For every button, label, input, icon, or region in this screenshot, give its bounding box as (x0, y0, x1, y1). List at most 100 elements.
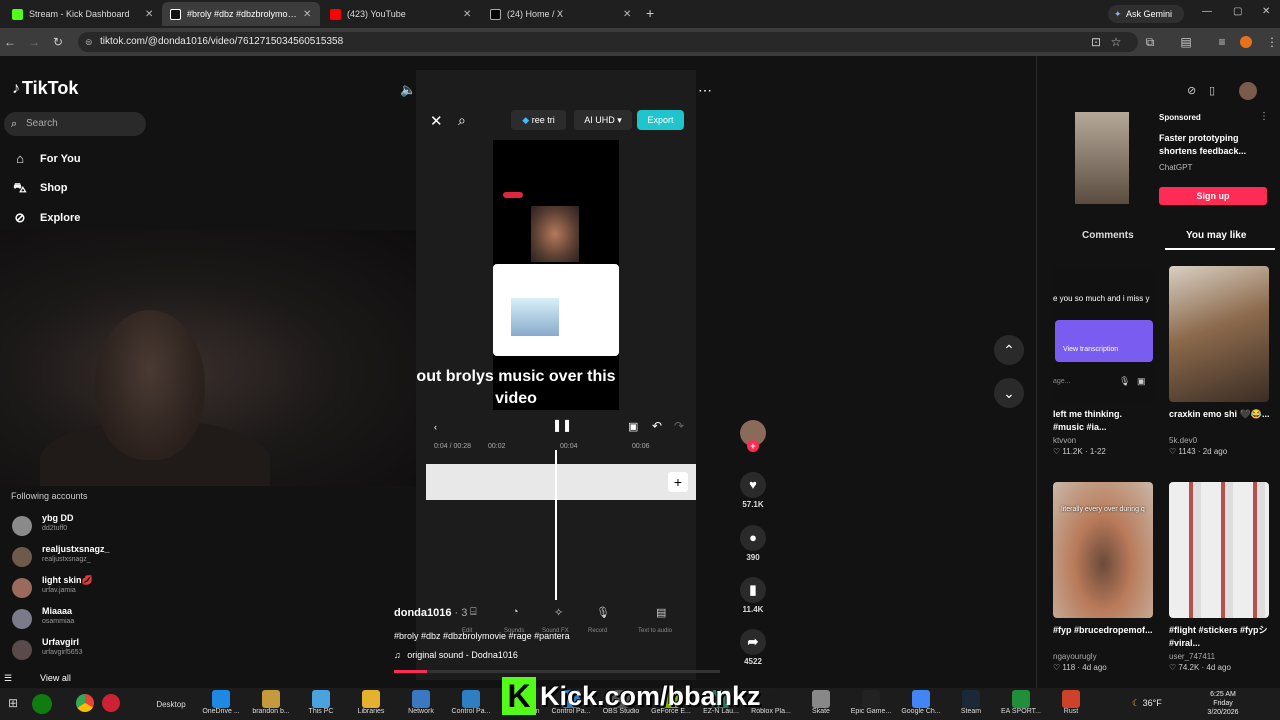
video-progress-bar[interactable] (394, 670, 720, 673)
following-account[interactable]: Urfavgirl urfavgirl5653 (12, 637, 132, 663)
following-account[interactable]: ybg DD dd2tuff0 (12, 513, 132, 539)
tiktok-logo[interactable]: ♪ TikTok (12, 78, 78, 99)
ask-gemini-button[interactable]: ✦ Ask Gemini (1108, 5, 1184, 23)
sponsored-thumbnail[interactable] (1075, 112, 1129, 204)
export-button[interactable]: Export (637, 110, 684, 130)
text-to-audio-icon[interactable]: ▤ (656, 606, 666, 619)
back-chevron-icon[interactable]: ‹ (434, 422, 437, 432)
tab-comments[interactable]: Comments (1082, 230, 1134, 241)
creator-avatar[interactable]: + (736, 420, 770, 452)
add-clip-button[interactable]: + (668, 472, 688, 492)
minimize-button[interactable]: — (1202, 6, 1212, 17)
taskbar-item[interactable]: brandon b... (246, 688, 296, 720)
video-hashtags[interactable]: #broly #dbz #dbzbrolymovie #rage #panter… (394, 631, 570, 641)
tab-youtube[interactable]: (423) YouTube ✕ (322, 2, 480, 26)
taskbar-item[interactable]: Skate (796, 688, 846, 720)
start-icon[interactable]: ⊞ (8, 696, 18, 710)
profile-avatar[interactable] (1240, 36, 1252, 48)
timeline-track[interactable] (426, 464, 696, 500)
app-icon[interactable] (102, 694, 120, 712)
comment-button[interactable]: ● 390 (736, 525, 770, 562)
taskbar-item[interactable]: Rust (1046, 688, 1096, 720)
tab-you-may-like[interactable]: You may like (1186, 230, 1246, 241)
sponsored-title[interactable]: Faster prototyping shortens feedback... (1159, 132, 1269, 158)
ai-uhd-dropdown[interactable]: AI UHD ▾ (574, 110, 632, 130)
video-sound[interactable]: ♫ original sound - Dodna1016 (394, 650, 518, 660)
phone-icon[interactable]: ▯ (1209, 84, 1215, 97)
url-field[interactable]: ⊜ tiktok.com/@donda1016/video/7612715034… (78, 32, 1138, 52)
recommended-card[interactable]: #flight #stickers #fypシ #viral... user_7… (1169, 482, 1271, 672)
free-trial-button[interactable]: ◆ ree tri (511, 110, 566, 130)
xbox-icon[interactable] (32, 694, 52, 714)
sidepanel-icon[interactable]: ▤ (1178, 34, 1194, 50)
system-clock[interactable]: 6:25 AM Friday 3/20/2026 (1198, 690, 1248, 717)
nav-shop[interactable]: ⛍ Shop (12, 178, 67, 198)
pause-icon[interactable]: ❚❚ (552, 418, 572, 432)
following-account[interactable]: light skin💋 urfav.jamia (12, 575, 132, 601)
taskbar-item[interactable]: Steam (946, 688, 996, 720)
save-button[interactable]: ▮ 11.4K (736, 577, 770, 614)
nav-for-you[interactable]: ⌂ For You (12, 149, 80, 169)
forward-icon[interactable]: → (26, 34, 42, 50)
video-author[interactable]: donda1016 · 3 (394, 607, 467, 619)
following-account[interactable]: realjustxsnagz_ realjustxsnagz_ (12, 544, 132, 570)
taskbar-item[interactable]: This PC (296, 688, 346, 720)
close-icon[interactable]: ✕ (145, 9, 153, 20)
media-icon[interactable]: ≡ (1214, 34, 1230, 50)
search-input[interactable]: ⌕ Search (4, 112, 146, 136)
reload-icon[interactable]: ↻ (50, 34, 66, 50)
follow-plus-icon[interactable]: + (747, 440, 759, 452)
site-info-icon[interactable]: ⊜ (85, 32, 93, 52)
search-icon[interactable]: ⌕ (458, 112, 466, 129)
taskbar-item[interactable]: Desktop (146, 688, 196, 720)
video-player[interactable]: ✕ ⌕ ◆ ree tri AI UHD ▾ Export out brolys… (416, 70, 696, 680)
tab-tiktok[interactable]: #broly #dbz #dbzbrolymovie ✕ (162, 2, 320, 26)
tab-kick-dashboard[interactable]: Stream - Kick Dashboard ✕ (4, 2, 162, 26)
tab-x[interactable]: (24) Home / X ✕ (482, 2, 640, 26)
install-app-icon[interactable]: ⊡ (1088, 34, 1104, 50)
taskbar-item[interactable]: Libraries (346, 688, 396, 720)
view-all-link[interactable]: ☰ View all (4, 673, 71, 683)
compass-icon[interactable]: ⊘ (1187, 84, 1196, 97)
taskbar-item[interactable]: EA SPORT... (996, 688, 1046, 720)
close-icon[interactable]: ✕ (623, 9, 631, 20)
taskbar-item[interactable]: Network (396, 688, 446, 720)
chrome-icon[interactable] (76, 694, 94, 712)
caption-toggle-icon[interactable]: ▣ (628, 420, 638, 433)
close-icon[interactable]: ✕ (463, 9, 471, 20)
weather-widget[interactable]: ☾ 36°F (1132, 698, 1162, 709)
bookmark-star-icon[interactable]: ☆ (1108, 34, 1124, 50)
more-options-icon[interactable]: ⋯ (698, 82, 712, 99)
avatar[interactable] (1239, 82, 1257, 100)
taskbar-item[interactable]: Control Pa... (446, 688, 496, 720)
redo-icon[interactable]: ↷ (674, 419, 684, 433)
next-video-button[interactable]: ⌄ (994, 378, 1024, 408)
close-window-button[interactable]: ✕ (1262, 6, 1270, 17)
share-button[interactable]: ➦ 4522 (736, 629, 770, 666)
maximize-button[interactable]: ▢ (1233, 6, 1242, 17)
back-icon[interactable]: ← (2, 34, 18, 50)
edit-tool-icon[interactable]: ⌸ (470, 606, 477, 619)
record-icon[interactable]: 🎙 (596, 606, 610, 619)
like-button[interactable]: ♥ 57.1K (736, 472, 770, 509)
nav-explore[interactable]: ⊘ Explore (12, 208, 81, 228)
close-icon[interactable]: ✕ (303, 9, 311, 20)
menu-icon[interactable]: ⋮ (1264, 34, 1280, 50)
close-icon[interactable]: ✕ (430, 112, 443, 130)
new-tab-button[interactable]: + (646, 5, 654, 21)
following-account[interactable]: Miaaaa osammiaa (12, 606, 132, 632)
extensions-icon[interactable]: ⧉ (1142, 34, 1158, 50)
volume-icon[interactable]: 🔈 (400, 82, 416, 98)
sounds-icon[interactable]: ◔ (512, 606, 519, 618)
playhead[interactable] (555, 450, 557, 600)
recommended-card[interactable]: literally every over during q #fyp #bruc… (1053, 482, 1155, 672)
undo-icon[interactable]: ↶ (652, 419, 662, 433)
recommended-card[interactable]: craxkin emo shi 🖤😂... 5k.dev0 ♡ 1143 · 2… (1169, 266, 1271, 456)
taskbar-item[interactable]: Google Ch... (896, 688, 946, 720)
taskbar-item[interactable]: OneDrive ... (196, 688, 246, 720)
sign-up-button[interactable]: Sign up (1159, 187, 1267, 205)
taskbar-item[interactable]: Epic Game... (846, 688, 896, 720)
sound-fx-icon[interactable]: ✧ (554, 606, 563, 619)
recommended-card[interactable]: e you so much and i miss y View transcri… (1053, 266, 1155, 456)
previous-video-button[interactable]: ⌃ (994, 335, 1024, 365)
